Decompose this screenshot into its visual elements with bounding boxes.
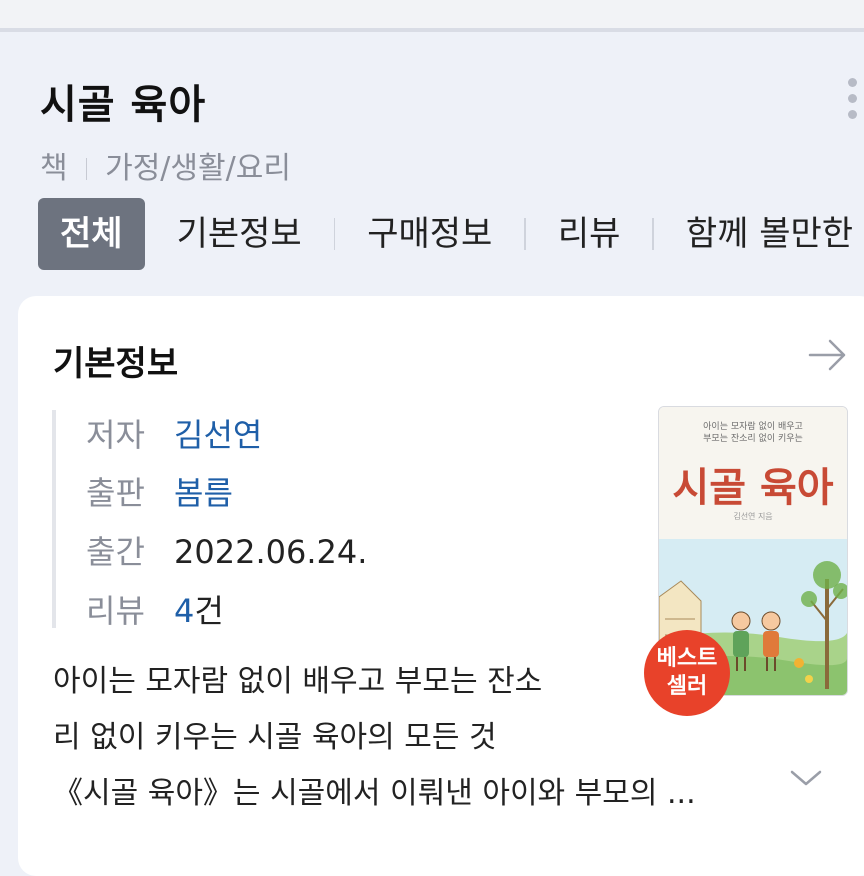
cover-author: 김선연 지음 (733, 512, 773, 521)
review-count: 4 (174, 592, 195, 630)
info-row-reviews: 리뷰 4건 (86, 586, 224, 632)
review-count-link[interactable]: 4건 (174, 592, 224, 630)
info-row-date: 출간 2022.06.24. (86, 527, 367, 573)
info-row-author: 저자 김선연 (86, 410, 262, 456)
cover-tagline-1: 아이는 모자람 없이 배우고 (703, 422, 803, 432)
breadcrumb-divider (85, 158, 88, 180)
chevron-down-icon[interactable] (788, 766, 824, 790)
publish-date: 2022.06.24. (174, 533, 368, 571)
publisher-link[interactable]: 봄름 (174, 474, 233, 512)
tab-bar: 전체 기본정보 구매정보 리뷰 함께 볼만한 (38, 198, 864, 270)
page-title: 시골 육아 (40, 82, 207, 128)
arrow-right-icon[interactable] (808, 337, 848, 373)
description-line: 《시골 육아》는 시골에서 이뤄낸 아이와 부모의 ... (53, 776, 696, 811)
cover-tagline: 아이는 모자람 없이 배우고 부모는 잔소리 없이 키우는 (659, 421, 847, 445)
breadcrumb: 책 가정/생활/요리 (40, 143, 291, 187)
top-strip (0, 0, 864, 32)
description-line: 아이는 모자람 없이 배우고 부모는 잔소 (53, 664, 543, 699)
breadcrumb-category[interactable]: 책 (40, 151, 68, 186)
badge-line1: 베스트 (656, 646, 718, 671)
info-label: 저자 (86, 416, 145, 454)
bestseller-badge: 베스트 셀러 (644, 630, 730, 716)
info-label: 출간 (86, 533, 145, 571)
basic-info-card: 기본정보 저자 김선연 출판 봄름 출간 2022.06.24. 리뷰 4건 아이는 모… (18, 296, 864, 876)
info-accent-bar (52, 410, 56, 628)
tab-purchase-info[interactable]: 구매정보 (335, 198, 524, 270)
tab-related[interactable]: 함께 볼만한 (654, 198, 864, 270)
description-line: 리 없이 키우는 시골 육아의 모든 것 (53, 720, 497, 755)
cover-tagline-2: 부모는 잔소리 없이 키우는 (703, 434, 803, 444)
author-link[interactable]: 김선연 (174, 416, 262, 454)
more-options-icon[interactable] (848, 78, 862, 126)
badge-line2: 셀러 (666, 674, 708, 699)
info-row-publisher: 출판 봄름 (86, 468, 233, 514)
tab-all[interactable]: 전체 (38, 198, 145, 270)
breadcrumb-subcategory[interactable]: 가정/생활/요리 (105, 151, 291, 186)
info-label: 출판 (86, 474, 145, 512)
section-heading: 기본정보 (53, 344, 179, 384)
info-label: 리뷰 (86, 592, 145, 630)
cover-title: 시골 육아 (672, 465, 834, 511)
review-unit: 건 (194, 592, 224, 630)
tab-reviews[interactable]: 리뷰 (526, 198, 653, 270)
tab-basic-info[interactable]: 기본정보 (145, 198, 334, 270)
